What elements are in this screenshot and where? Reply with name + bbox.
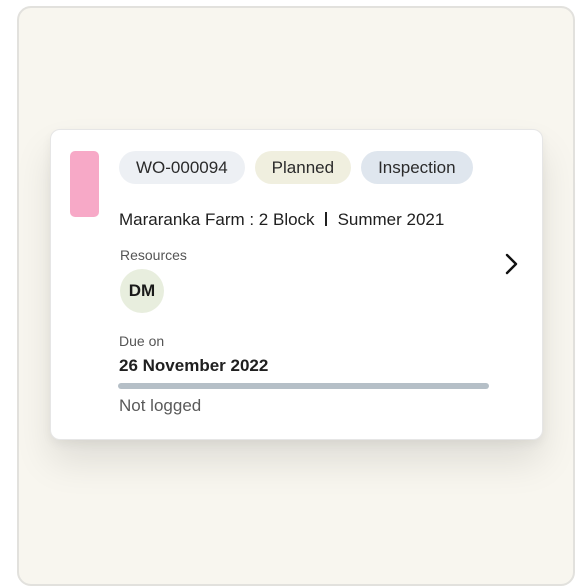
status-color-indicator <box>70 151 99 217</box>
log-progress-bar <box>118 383 489 389</box>
location-line: Mararanka Farm : 2 Block Summer 2021 <box>119 210 444 230</box>
status-chip: Planned <box>254 151 352 184</box>
due-date: 26 November 2022 <box>119 356 269 375</box>
work-order-id-chip: WO-000094 <box>119 151 245 184</box>
chevron-right-icon[interactable] <box>501 251 523 277</box>
log-status-text: Not logged <box>119 396 202 415</box>
resources-label: Resources <box>120 247 187 263</box>
work-order-chips: WO-000094 Planned Inspection <box>119 151 473 184</box>
separator <box>324 212 327 226</box>
due-label: Due on <box>119 333 165 349</box>
work-order-card[interactable]: WO-000094 Planned Inspection Mararanka F… <box>50 129 543 440</box>
resource-avatar: DM <box>120 269 164 313</box>
farm-block-text: Mararanka Farm : 2 Block <box>119 210 315 229</box>
season-text: Summer 2021 <box>337 210 445 229</box>
type-chip: Inspection <box>361 151 473 184</box>
